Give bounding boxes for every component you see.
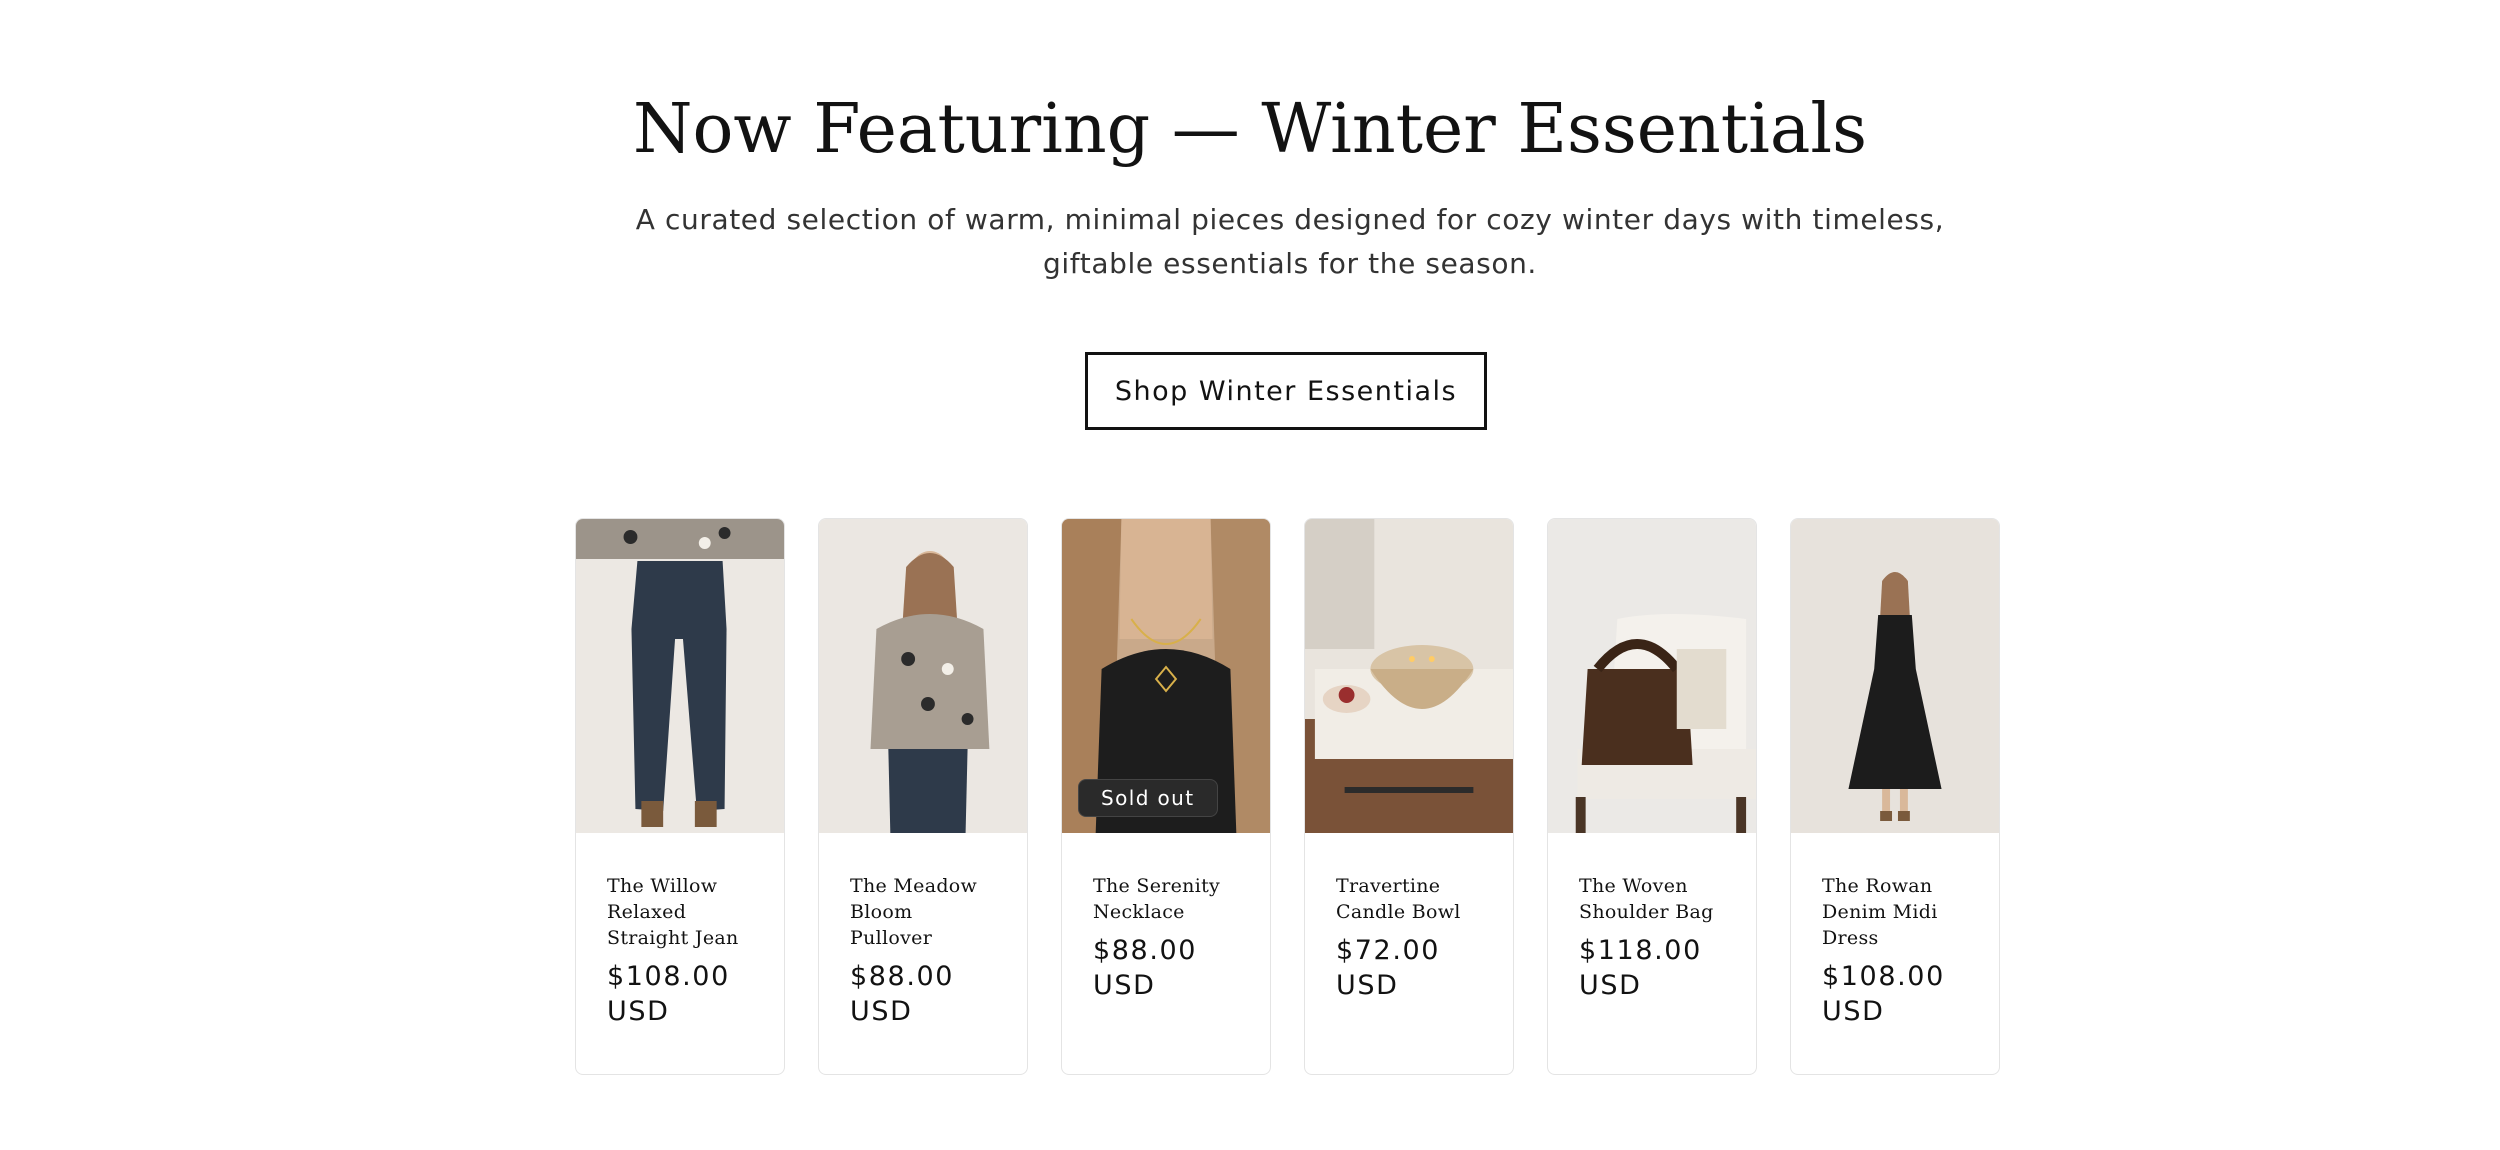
product-price: $88.00 USD (1093, 935, 1198, 1001)
product-card[interactable]: The Woven Shoulder Bag $118.00 USD (1547, 518, 1757, 1075)
product-card[interactable]: The Rowan Denim Midi Dress $108.00 USD (1790, 518, 2000, 1075)
product-image-candle-bowl[interactable] (1305, 519, 1513, 833)
sold-out-badge: Sold out (1078, 779, 1218, 817)
product-card[interactable]: Travertine Candle Bowl $72.00 USD (1304, 518, 1514, 1075)
product-price: $108.00 USD (607, 961, 730, 1027)
product-image-shoulder-bag[interactable] (1548, 519, 1756, 833)
featured-collection-section: Now Featuring — Winter Essentials A cura… (0, 0, 2500, 1150)
product-title[interactable]: The Woven Shoulder Bag (1579, 873, 1726, 925)
product-title[interactable]: Travertine Candle Bowl (1336, 873, 1483, 925)
product-title[interactable]: The Willow Relaxed Straight Jean (607, 873, 754, 951)
product-card[interactable]: The Meadow Bloom Pullover $88.00 USD (818, 518, 1028, 1075)
shop-winter-essentials-button[interactable]: Shop Winter Essentials (1085, 352, 1487, 430)
product-grid: The Willow Relaxed Straight Jean $108.00… (575, 518, 2000, 1075)
section-heading: Now Featuring — Winter Essentials (632, 90, 1868, 169)
product-image-pullover[interactable] (819, 519, 1027, 833)
product-image-jeans[interactable] (576, 519, 784, 833)
product-price: $108.00 USD (1822, 961, 1945, 1027)
product-card[interactable]: Sold out The Serenity Necklace $88.00 US… (1061, 518, 1271, 1075)
product-price: $72.00 USD (1336, 935, 1441, 1001)
product-price: $118.00 USD (1579, 935, 1702, 1001)
product-title[interactable]: The Rowan Denim Midi Dress (1822, 873, 1969, 951)
product-image-dress[interactable] (1791, 519, 1999, 833)
product-card[interactable]: The Willow Relaxed Straight Jean $108.00… (575, 518, 785, 1075)
product-price: $88.00 USD (850, 961, 955, 1027)
section-subtext: A curated selection of warm, minimal pie… (635, 203, 1945, 280)
product-title[interactable]: The Serenity Necklace (1093, 873, 1240, 925)
product-image-necklace[interactable]: Sold out (1062, 519, 1270, 833)
product-title[interactable]: The Meadow Bloom Pullover (850, 873, 997, 951)
